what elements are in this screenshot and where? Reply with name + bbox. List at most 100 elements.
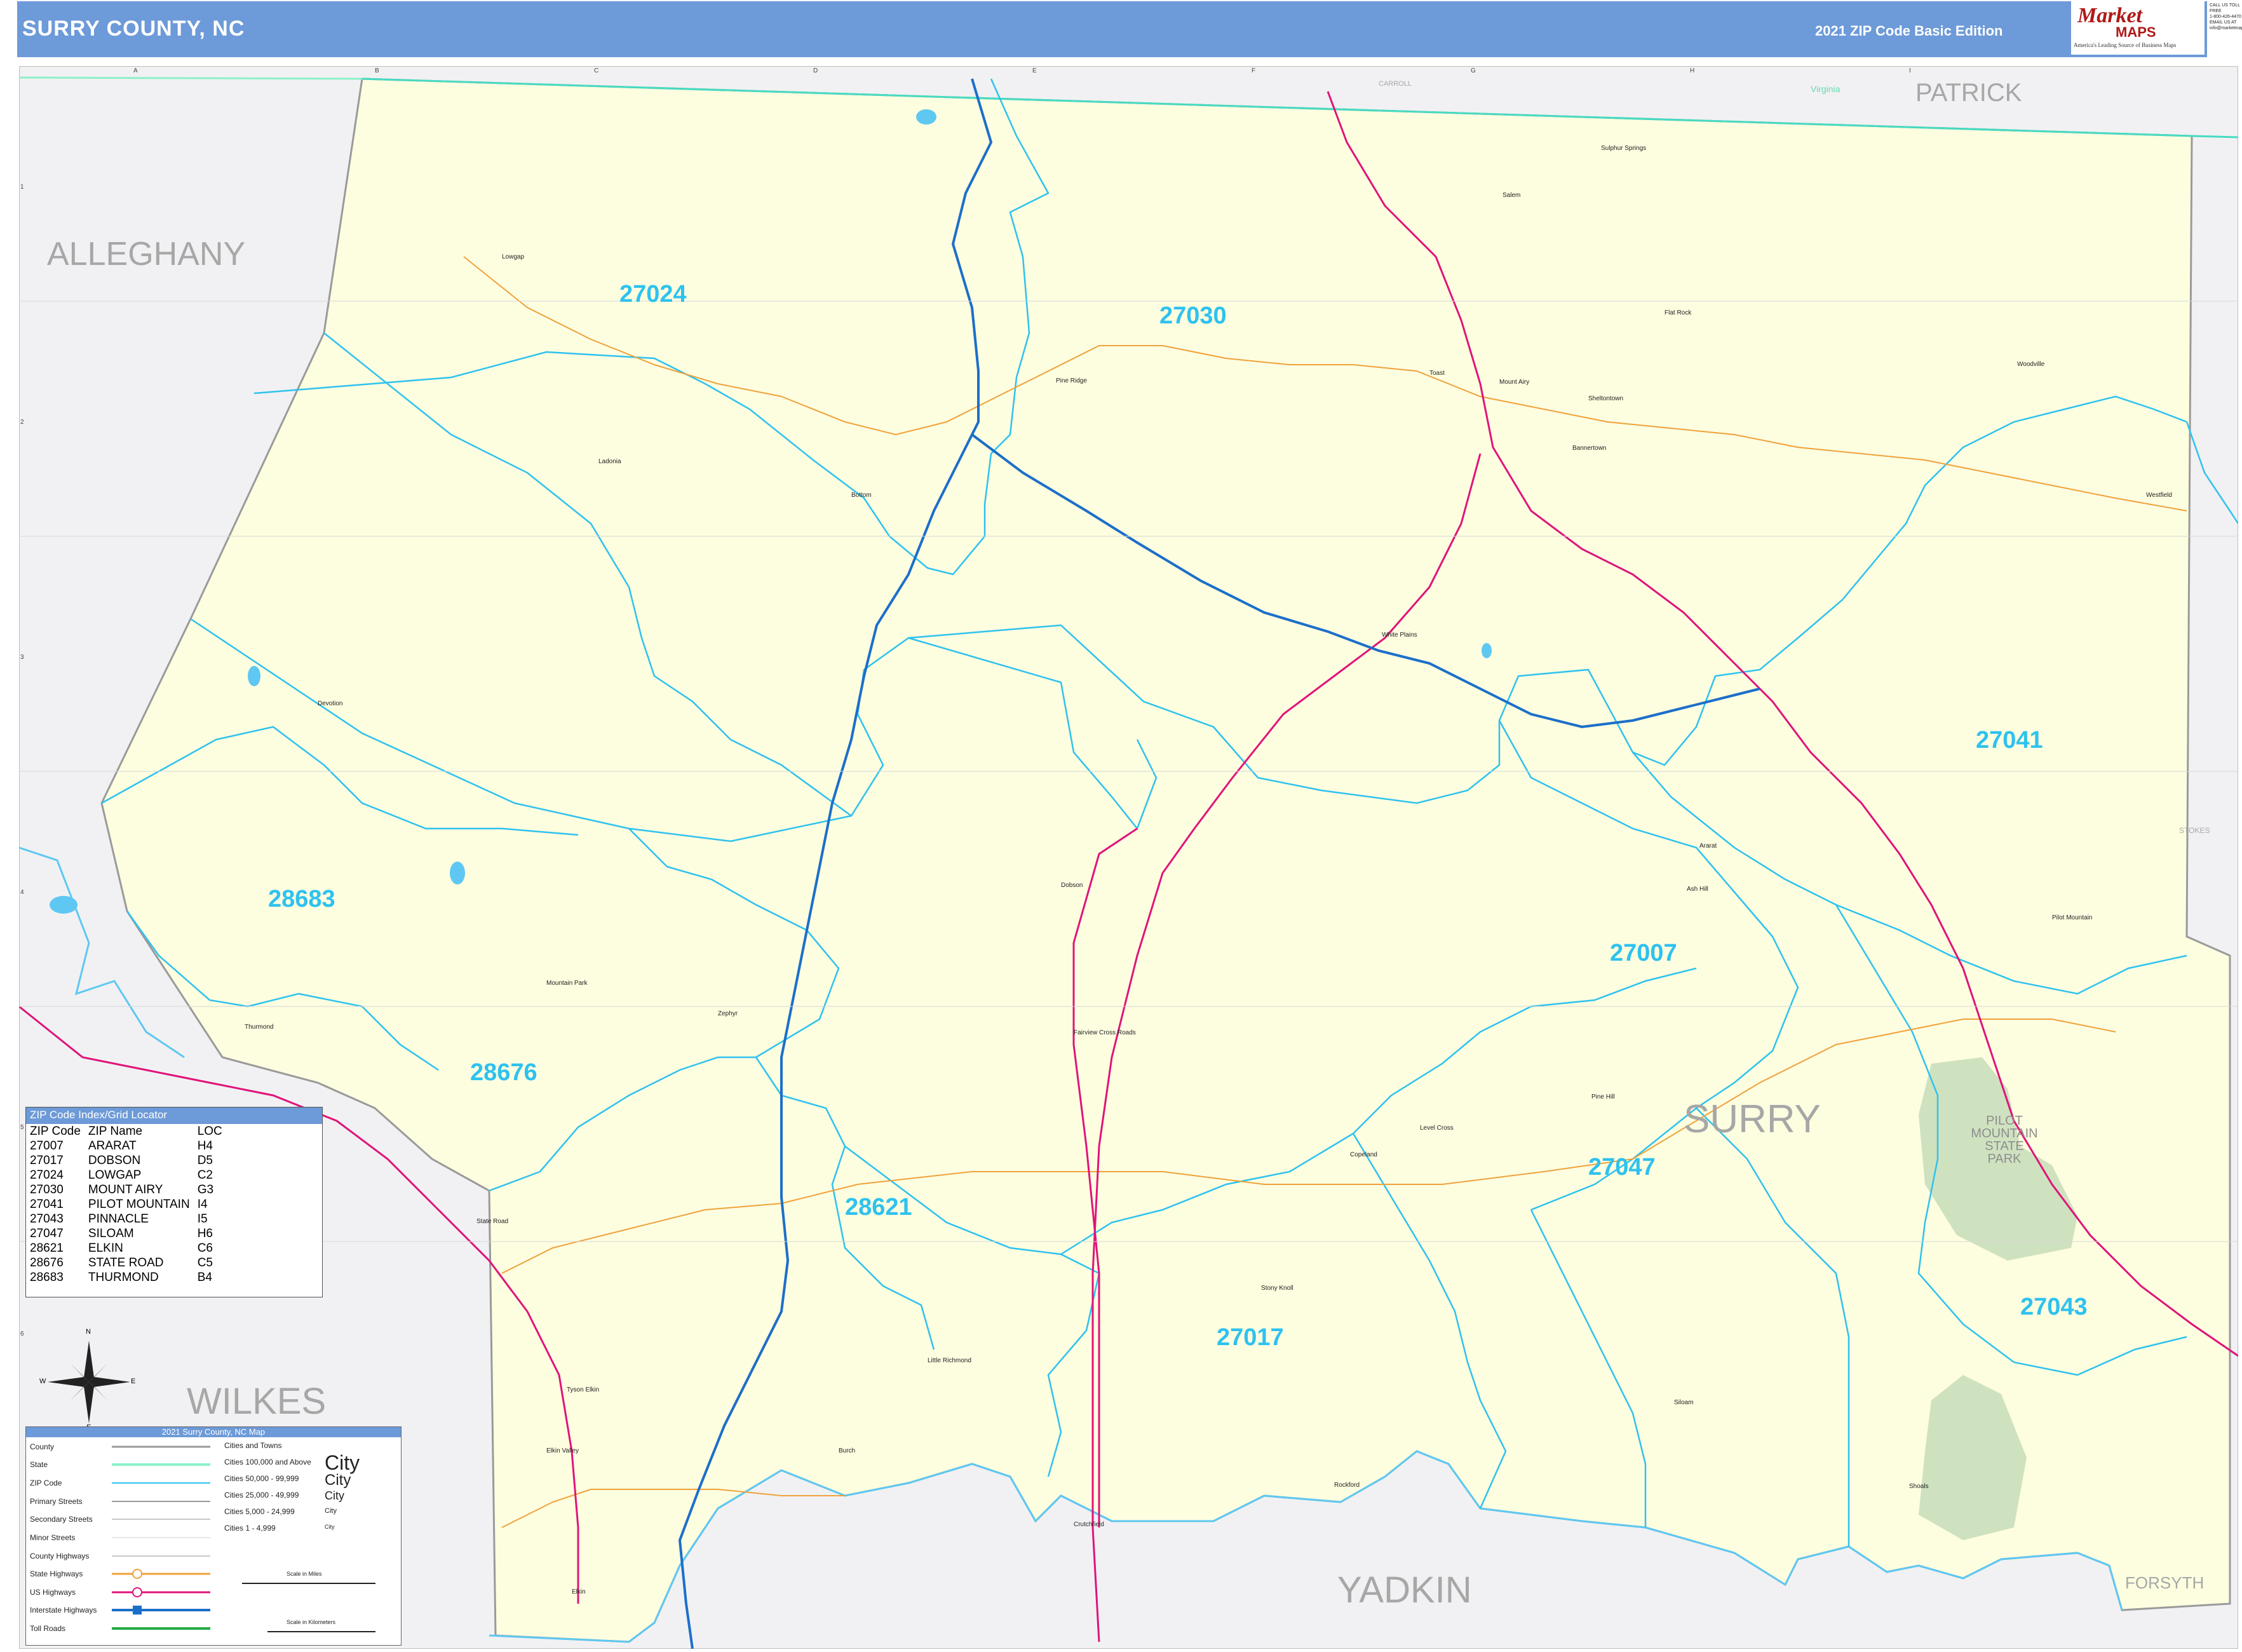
park-label-line: PILOT — [1986, 1114, 2023, 1128]
park-label-line: PARK — [1987, 1152, 2022, 1166]
town-label: Level Cross — [1420, 1125, 1454, 1132]
legend-city-size: Cities 100,000 and Above — [224, 1458, 311, 1466]
compass-e: E — [131, 1378, 136, 1385]
grid-row-label: 3 — [20, 654, 24, 661]
grid-col-label: D — [813, 67, 818, 74]
town-label: Elkin Valley — [546, 1447, 579, 1454]
grid-col-label: I — [1909, 67, 1911, 74]
cell-name: ARARAT — [88, 1139, 137, 1153]
region-yadkin: YADKIN — [1337, 1569, 1472, 1611]
town-label: Pine Ridge — [1056, 377, 1087, 384]
town-label: Woodville — [2017, 361, 2045, 368]
legend-item: Secondary Streets — [30, 1515, 93, 1524]
legend-item: County — [30, 1442, 55, 1451]
town-label: White Plains — [1382, 632, 1417, 639]
cell-zip: 28676 — [30, 1256, 64, 1269]
legend-city-size: Cities 1 - 4,999 — [224, 1524, 276, 1533]
cell-loc: B4 — [197, 1271, 212, 1284]
town-label: Ash Hill — [1687, 886, 1708, 893]
park-label-line: STATE — [1985, 1139, 2024, 1153]
region-surry: SURRY — [1684, 1097, 1821, 1141]
zip-label-28676: 28676 — [470, 1059, 537, 1086]
table-row: 27041 PILOT MOUNTAIN I4 — [30, 1197, 230, 1212]
town-label: Little Richmond — [928, 1357, 971, 1364]
legend-item: ZIP Code — [30, 1479, 62, 1487]
legend-city-sample: City — [325, 1472, 351, 1489]
legend-scale-miles: Scale in Miles — [287, 1571, 322, 1577]
region-forsyth: FORSYTH — [2125, 1573, 2205, 1592]
legend-city-size: Cities 50,000 - 99,999 — [224, 1474, 299, 1483]
cell-loc: C2 — [197, 1168, 213, 1182]
town-label: State Road — [476, 1218, 509, 1225]
zip-label-27047: 27047 — [1588, 1154, 1656, 1181]
region-virginia: Virginia — [1811, 84, 1840, 94]
cell-name: PINNACLE — [88, 1212, 149, 1226]
table-row: 28621 ELKIN C6 — [30, 1241, 230, 1256]
table-header: ZIP Code — [30, 1125, 81, 1138]
town-label: Bottom — [851, 492, 872, 499]
town-label: Mount Airy — [1499, 379, 1530, 386]
legend-item: State Highways — [30, 1569, 83, 1578]
town-label: Pine Hill — [1591, 1093, 1615, 1100]
map-canvas[interactable]: A B C D E F G H I 1 2 3 4 5 6 ALLEGHANY … — [19, 66, 2238, 1649]
cell-name: ELKIN — [88, 1242, 123, 1255]
contact-line: 1-800-426-4470 — [2210, 15, 2241, 19]
region-alleghany: ALLEGHANY — [47, 236, 246, 273]
grid-row-label: 2 — [20, 419, 24, 426]
town-label: Salem — [1503, 192, 1521, 199]
town-label: Toast — [1429, 370, 1445, 377]
legend-scale-km: Scale in Kilometers — [287, 1619, 336, 1625]
compass-n: N — [86, 1328, 91, 1336]
town-label: Rockford — [1334, 1482, 1360, 1489]
grid-row-label: 1 — [20, 184, 24, 191]
town-label: Sheltontown — [1588, 395, 1624, 402]
region-carroll: CARROLL — [1379, 80, 1412, 88]
town-label: Shoals — [1909, 1483, 1929, 1490]
grid-row-label: 6 — [20, 1330, 24, 1337]
legend-city-sample: City — [325, 1524, 335, 1530]
market-maps-logo: Market MAPS America's Leading Source of … — [2071, 1, 2205, 55]
zip-label-28621: 28621 — [845, 1194, 912, 1221]
map-header: SURRY COUNTY, NC 2021 ZIP Code Basic Edi… — [17, 1, 2207, 57]
cell-zip: 27007 — [30, 1139, 64, 1153]
contact-line: CALL US TOLL FREE — [2210, 3, 2240, 13]
town-label: Elkin — [572, 1588, 586, 1595]
grid-row-label: 5 — [20, 1124, 24, 1131]
cell-zip: 27043 — [30, 1212, 64, 1226]
table-header: ZIP Name — [88, 1125, 143, 1138]
cell-zip: 27047 — [30, 1227, 64, 1240]
contact-info: CALL US TOLL FREE 1-800-426-4470 EMAIL U… — [2210, 3, 2242, 56]
cell-zip: 27017 — [30, 1154, 64, 1167]
legend-city-size: Cities 25,000 - 49,999 — [224, 1491, 299, 1500]
zip-index-title: ZIP Code Index/Grid Locator — [26, 1107, 322, 1124]
logo-maps: MAPS — [2116, 24, 2156, 40]
grid-row-label: 4 — [20, 889, 24, 896]
cell-loc: H4 — [197, 1139, 213, 1153]
park-label: PILOT MOUNTAIN STATE PARK — [1969, 1114, 2039, 1165]
cell-name: SILOAM — [88, 1227, 134, 1240]
town-label: Thurmond — [245, 1024, 274, 1031]
grid-col-label: H — [1690, 67, 1695, 74]
contact-line: info@marketmaps.com — [2210, 26, 2242, 30]
cell-zip: 27041 — [30, 1198, 64, 1211]
table-header-row: ZIP Code ZIP Name LOC — [30, 1124, 230, 1139]
compass-w: W — [39, 1378, 46, 1385]
table-row: 27024 LOWGAP C2 — [30, 1168, 230, 1182]
zip-label-27017: 27017 — [1217, 1324, 1284, 1351]
town-label: Devotion — [318, 700, 343, 707]
cell-name: PILOT MOUNTAIN — [88, 1198, 190, 1211]
cell-name: DOBSON — [88, 1154, 141, 1167]
table-header: LOC — [197, 1125, 222, 1138]
zip-index-grid: ZIP Code ZIP Name LOC 27007 ARARAT H4 2701… — [30, 1124, 230, 1285]
table-row: 28676 STATE ROAD C5 — [30, 1256, 230, 1270]
grid-col-label: E — [1032, 67, 1037, 74]
town-label: Dobson — [1061, 882, 1083, 889]
legend-city-sample: City — [325, 1507, 337, 1515]
legend-item: Primary Streets — [30, 1497, 83, 1506]
town-label: Tyson Elkin — [567, 1386, 600, 1393]
legend-title: 2021 Surry County, NC Map — [26, 1427, 401, 1437]
zip-label-27041: 27041 — [1976, 727, 2043, 754]
state-line-west — [19, 76, 363, 80]
town-label: Fairview Cross Roads — [1074, 1029, 1136, 1036]
cell-name: MOUNT AIRY — [88, 1183, 163, 1196]
